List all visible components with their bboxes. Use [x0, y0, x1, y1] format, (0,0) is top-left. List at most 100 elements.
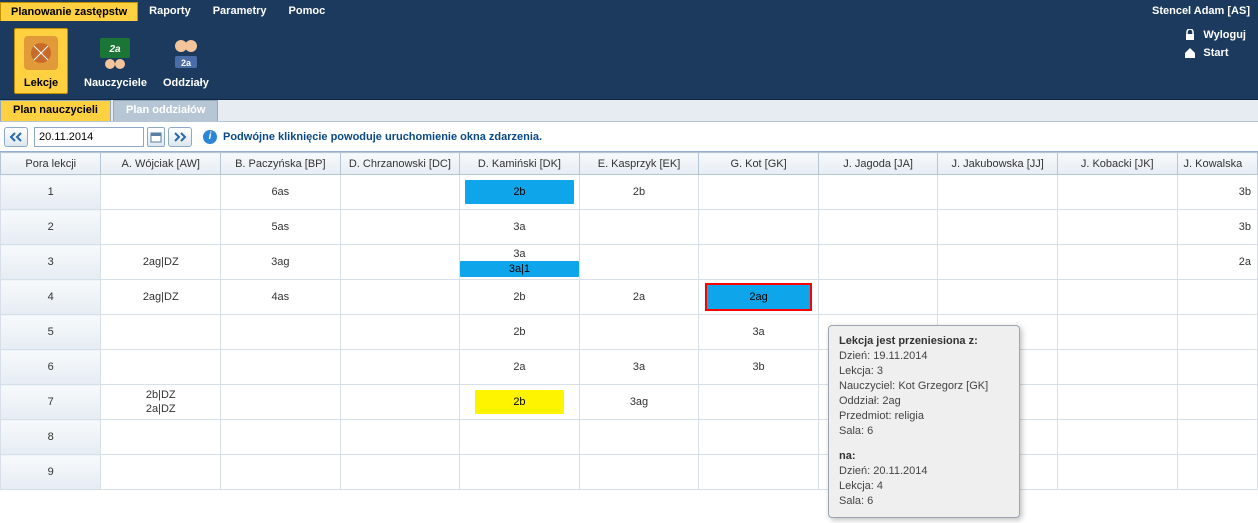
grid-cell[interactable]	[1177, 385, 1257, 420]
grid-cell[interactable]	[101, 210, 221, 245]
grid-cell[interactable]	[1177, 280, 1257, 315]
grid-cell[interactable]	[340, 175, 460, 210]
grid-cell[interactable]: 2a	[460, 350, 580, 385]
grid-cell[interactable]	[340, 420, 460, 455]
col-header-4[interactable]: E. Kasprzyk [EK]	[579, 153, 699, 175]
grid-cell[interactable]	[340, 245, 460, 280]
col-header-9[interactable]: J. Kowalska	[1177, 153, 1257, 175]
grid-cell[interactable]	[1057, 280, 1177, 315]
col-header-5[interactable]: G. Kot [GK]	[699, 153, 819, 175]
grid-cell[interactable]: 2ag|DZ	[101, 280, 221, 315]
menu-tab-parametry[interactable]: Parametry	[202, 1, 278, 21]
grid-cell[interactable]: 2b	[460, 385, 580, 420]
grid-cell[interactable]	[221, 350, 341, 385]
grid-cell[interactable]: 3a	[699, 315, 819, 350]
col-header-8[interactable]: J. Kobacki [JK]	[1057, 153, 1177, 175]
grid-cell[interactable]	[101, 350, 221, 385]
col-header-2[interactable]: D. Chrzanowski [DC]	[340, 153, 460, 175]
grid-cell[interactable]	[938, 280, 1058, 315]
grid-cell[interactable]	[101, 175, 221, 210]
grid-cell[interactable]: 3a	[460, 210, 580, 245]
grid-cell[interactable]: 2ag	[699, 280, 819, 315]
grid-cell[interactable]	[1177, 315, 1257, 350]
grid-cell[interactable]: 3ag	[221, 245, 341, 280]
grid-cell[interactable]	[818, 210, 938, 245]
grid-cell[interactable]	[579, 210, 699, 245]
col-header-1[interactable]: B. Paczyńska [BP]	[221, 153, 341, 175]
grid-cell[interactable]: 3b	[699, 350, 819, 385]
grid-cell[interactable]	[699, 385, 819, 420]
grid-cell[interactable]	[1177, 420, 1257, 455]
calendar-button[interactable]	[147, 127, 165, 147]
grid-cell[interactable]	[699, 175, 819, 210]
grid-cell[interactable]: 2a	[1177, 245, 1257, 280]
grid-cell[interactable]: 2b	[460, 280, 580, 315]
menu-tab-planowanie[interactable]: Planowanie zastępstw	[0, 2, 138, 21]
grid-cell[interactable]	[101, 315, 221, 350]
grid-cell[interactable]	[340, 385, 460, 420]
grid-cell[interactable]	[221, 385, 341, 420]
grid-cell[interactable]	[460, 455, 580, 490]
subtab-plan-nauczycieli[interactable]: Plan nauczycieli	[0, 100, 111, 121]
date-input[interactable]	[34, 127, 144, 147]
grid-cell[interactable]	[699, 455, 819, 490]
grid-cell[interactable]: 3a 3a|1	[460, 245, 580, 280]
col-header-0[interactable]: A. Wójciak [AW]	[101, 153, 221, 175]
menu-tab-raporty[interactable]: Raporty	[138, 1, 202, 21]
grid-cell[interactable]	[1177, 455, 1257, 490]
grid-cell[interactable]	[579, 245, 699, 280]
grid-cell[interactable]	[340, 280, 460, 315]
grid-cell[interactable]	[579, 420, 699, 455]
grid-cell[interactable]: 2b	[460, 315, 580, 350]
next-date-button[interactable]	[168, 127, 192, 147]
ribbon-lekcje[interactable]: Lekcje	[14, 28, 68, 94]
grid-cell[interactable]	[818, 175, 938, 210]
subtab-plan-oddzialow[interactable]: Plan oddziałów	[113, 100, 218, 121]
grid-cell[interactable]	[1057, 210, 1177, 245]
grid-cell[interactable]: 2b|DZ 2a|DZ	[101, 385, 221, 420]
grid-cell[interactable]	[460, 420, 580, 455]
prev-date-button[interactable]	[4, 127, 28, 147]
grid-cell[interactable]	[101, 455, 221, 490]
grid-cell[interactable]	[101, 420, 221, 455]
grid-cell[interactable]	[1177, 350, 1257, 385]
grid-cell[interactable]	[579, 315, 699, 350]
grid-cell[interactable]	[1057, 350, 1177, 385]
grid-cell[interactable]: 2a	[579, 280, 699, 315]
grid-cell[interactable]	[1057, 315, 1177, 350]
grid-cell[interactable]	[340, 350, 460, 385]
grid-cell[interactable]	[938, 245, 1058, 280]
grid-cell[interactable]	[699, 245, 819, 280]
grid-cell[interactable]	[579, 455, 699, 490]
grid-cell[interactable]	[340, 455, 460, 490]
grid-cell[interactable]	[340, 315, 460, 350]
grid-cell[interactable]: 3b	[1177, 175, 1257, 210]
grid-cell[interactable]: 5as	[221, 210, 341, 245]
ribbon-nauczyciele[interactable]: 2a Nauczyciele	[84, 33, 147, 89]
grid-cell[interactable]	[1057, 175, 1177, 210]
grid-cell[interactable]: 2b	[579, 175, 699, 210]
grid-cell[interactable]: 6as	[221, 175, 341, 210]
grid-cell[interactable]: 3a	[579, 350, 699, 385]
grid-cell[interactable]	[699, 420, 819, 455]
menu-tab-pomoc[interactable]: Pomoc	[278, 1, 337, 21]
grid-cell[interactable]: 4as	[221, 280, 341, 315]
grid-cell[interactable]	[818, 245, 938, 280]
grid-cell[interactable]	[1057, 245, 1177, 280]
grid-cell[interactable]	[221, 420, 341, 455]
col-header-6[interactable]: J. Jagoda [JA]	[818, 153, 938, 175]
logout-link[interactable]: Wyloguj	[1183, 28, 1246, 42]
grid-cell[interactable]: 3ag	[579, 385, 699, 420]
grid-cell[interactable]	[938, 175, 1058, 210]
grid-cell[interactable]	[221, 455, 341, 490]
grid-cell[interactable]	[1057, 455, 1177, 490]
grid-cell[interactable]: 2ag|DZ	[101, 245, 221, 280]
col-header-7[interactable]: J. Jakubowska [JJ]	[938, 153, 1058, 175]
col-header-period[interactable]: Pora lekcji	[1, 153, 101, 175]
grid-cell[interactable]	[340, 210, 460, 245]
grid-cell[interactable]	[1057, 420, 1177, 455]
grid-cell[interactable]	[1057, 385, 1177, 420]
grid-cell[interactable]	[938, 210, 1058, 245]
grid-cell[interactable]	[699, 210, 819, 245]
grid-cell[interactable]: 3b	[1177, 210, 1257, 245]
